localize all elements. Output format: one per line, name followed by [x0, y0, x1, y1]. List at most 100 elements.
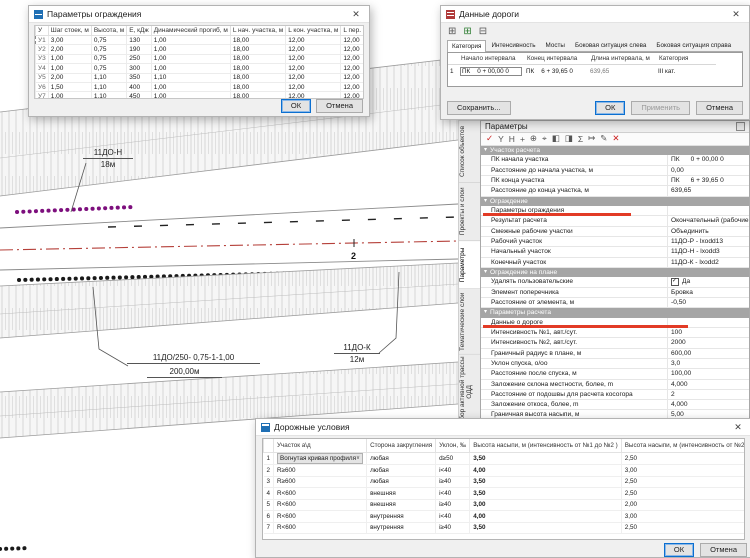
tab-projects-layers[interactable]: Проекты и слои [459, 183, 480, 241]
guardrail-start-chain[interactable] [17, 207, 133, 212]
property-row: Расстояние от элемента, м-0,50 [481, 298, 749, 308]
dialog-title-bar: Данные дороги ✕ [441, 6, 749, 23]
dialog-icon [261, 423, 270, 432]
parameters-panel: Список объектов Проекты и слои Параметры… [458, 120, 750, 432]
guardrail-start-length: 18м [83, 159, 133, 170]
dialog-title: Дорожные условия [274, 422, 350, 432]
tab-side-left[interactable]: Боковая ситуация слева [570, 39, 651, 51]
annotation-underline [483, 213, 631, 216]
interval-add-icon[interactable]: ⊞ [448, 26, 456, 37]
dialog-toolbar: ⊞ ⊞ ⊟ [441, 23, 749, 38]
dialog-title-bar: Параметры ограждения ✕ [29, 6, 369, 23]
tab-bridges[interactable]: Мосты [541, 39, 570, 51]
insert-icon[interactable]: ↦ [588, 133, 595, 144]
road-data-dialog: Данные дороги ✕ ⊞ ⊞ ⊟ Категория Интенсив… [440, 5, 750, 120]
close-icon[interactable]: ✕ [730, 422, 746, 433]
save-button[interactable]: Сохранить... [447, 101, 511, 115]
interval-start-cell[interactable]: ПК 0 + 00,00 0 [460, 67, 522, 76]
dialog-title: Данные дороги [459, 9, 519, 19]
sum-icon[interactable]: Σ [578, 134, 583, 144]
axis-centerline [0, 241, 458, 250]
delete-icon[interactable]: ✕ [612, 133, 619, 144]
section-header[interactable]: ▾Ограждение на плане [481, 268, 749, 278]
checkbox-icon[interactable] [671, 278, 679, 286]
interval-end-cell[interactable]: ПК 6 + 39,65 0 [524, 65, 588, 78]
property-row: Расстояние до начала участка, м0,00 [481, 166, 749, 176]
select-left-icon[interactable]: ◧ [552, 133, 560, 144]
ok-button[interactable]: ОК [281, 99, 311, 113]
property-row: Расстояние после спуска, м100,00 [481, 369, 749, 379]
ok-button[interactable]: ОК [595, 101, 625, 115]
property-row: Интенсивность №2, авт./сут.2000 [481, 338, 749, 348]
edit-pencil-icon[interactable]: ✎ [600, 133, 607, 144]
dialog-title: Параметры ограждения [47, 9, 141, 19]
guardrail-existing-length: 200,00м [147, 366, 222, 378]
property-row-guardrail-params: Параметры ограждения [481, 206, 749, 216]
section-header[interactable]: ▾Участок расчета [481, 146, 749, 156]
table-row: 2R≥600любаяi<404,003,00 [264, 465, 746, 477]
guardrail-end-length: 12м [334, 354, 380, 365]
close-icon[interactable]: ✕ [348, 9, 364, 20]
apply-button[interactable]: Применить [631, 101, 690, 115]
select-right-icon[interactable]: ◨ [565, 133, 573, 144]
table-row: 4R<600внешняяi<403,502,50 [264, 488, 746, 500]
property-row: Расстояние от подошвы для расчета косого… [481, 390, 749, 400]
road-conditions-dialog: Дорожные условия ✕ Участок а\д Сторона з… [255, 418, 750, 558]
pin-icon[interactable] [736, 122, 745, 131]
panel-title: Параметры [485, 122, 528, 131]
collapse-arrow-icon: ▾ [484, 268, 487, 278]
lane-dashed-line [108, 217, 458, 227]
interval-insert-icon[interactable]: ⊞ [463, 26, 471, 37]
tab-intensity[interactable]: Интенсивность [486, 39, 540, 51]
section-header[interactable]: ▾Параметры расчета [481, 308, 749, 318]
guardrail-existing-label: 11ДО/250- 0,75-1-1,00 [127, 352, 260, 364]
center-target-icon[interactable]: ⊕ [530, 133, 537, 144]
property-row: Смежные рабочие участкиОбъединить [481, 227, 749, 237]
annotation-underline [483, 325, 688, 328]
tab-object-list[interactable]: Список объектов [459, 121, 480, 183]
tab-parameters[interactable]: Параметры [459, 241, 480, 289]
apply-check-icon[interactable]: ✓ [486, 133, 493, 144]
dialog-icon [34, 10, 43, 19]
property-row: Конечный участок11ДО-К - lxodd2 [481, 258, 749, 268]
panel-title-bar: Параметры [481, 121, 749, 133]
conditions-table: Участок а\д Сторона закругления Уклон, ‰… [262, 438, 745, 540]
tab-thematic-layers[interactable]: Тематические слои [459, 289, 480, 355]
km-marker-label: 2 [351, 251, 356, 261]
collapse-arrow-icon: ▾ [484, 197, 487, 207]
table-row: 5R<600внешняяi≥403,002,00 [264, 499, 746, 511]
h-mode-icon[interactable]: Н [509, 134, 515, 144]
close-icon[interactable]: ✕ [728, 9, 744, 20]
table-row: У52,001,103501,1018,0012,0012,00 [36, 73, 365, 82]
table-row: У71,001,104501,0018,0012,0012,00 [36, 92, 365, 99]
interval-category-cell[interactable]: III кат. [656, 65, 716, 78]
section-type-combobox[interactable]: Вогнутая кривая профиля∨ [277, 453, 363, 464]
ok-button[interactable]: ОК [664, 543, 694, 557]
dialog-icon [446, 10, 455, 19]
table-row: 1 Вогнутая кривая профиля∨ любая d≥50 3,… [264, 453, 746, 465]
tab-bar: Категория Интенсивность Мосты Боковая си… [447, 39, 743, 52]
interval-split-icon[interactable]: ⊟ [479, 26, 487, 37]
move-icon[interactable]: + [520, 134, 525, 144]
panel-toolbar: ✓ Y Н + ⊕ ⌖ ◧ ◨ Σ ↦ ✎ ✕ [481, 133, 749, 146]
tab-side-right[interactable]: Боковая ситуация справа [651, 39, 736, 51]
select-icon[interactable]: Y [498, 134, 504, 144]
section-header[interactable]: ▾Ограждение [481, 197, 749, 207]
property-row: Элемент поперечникаБровка [481, 288, 749, 298]
slope-band-middle [0, 263, 458, 338]
table-row: 7R<600внутренняяi≥403,502,50 [264, 522, 746, 534]
table-row: У61,501,104001,0018,0012,0012,00 [36, 82, 365, 91]
road-lines [0, 204, 458, 270]
guardrail-end-label: 11ДО-К [334, 342, 380, 354]
chevron-down-icon: ∨ [356, 454, 360, 463]
table-row: У31,000,752501,0018,0012,0012,00 [36, 54, 365, 63]
property-row: Интенсивность №1, авт./сут.100 [481, 328, 749, 338]
tab-category[interactable]: Категория [447, 40, 486, 52]
guardrail-table: УШаг стоек, мВысота, мЕ, кДжДинамический… [34, 25, 364, 99]
cancel-button[interactable]: Отмена [696, 101, 743, 115]
cancel-button[interactable]: Отмена [700, 543, 747, 557]
table-row: 1 ПК 0 + 00,00 0 ПК 6 + 39,65 0 639,65 I… [448, 65, 716, 78]
guardrail-start-label: 11ДО-Н [83, 147, 133, 159]
cancel-button[interactable]: Отмена [316, 99, 363, 113]
fit-target-icon[interactable]: ⌖ [542, 133, 547, 144]
